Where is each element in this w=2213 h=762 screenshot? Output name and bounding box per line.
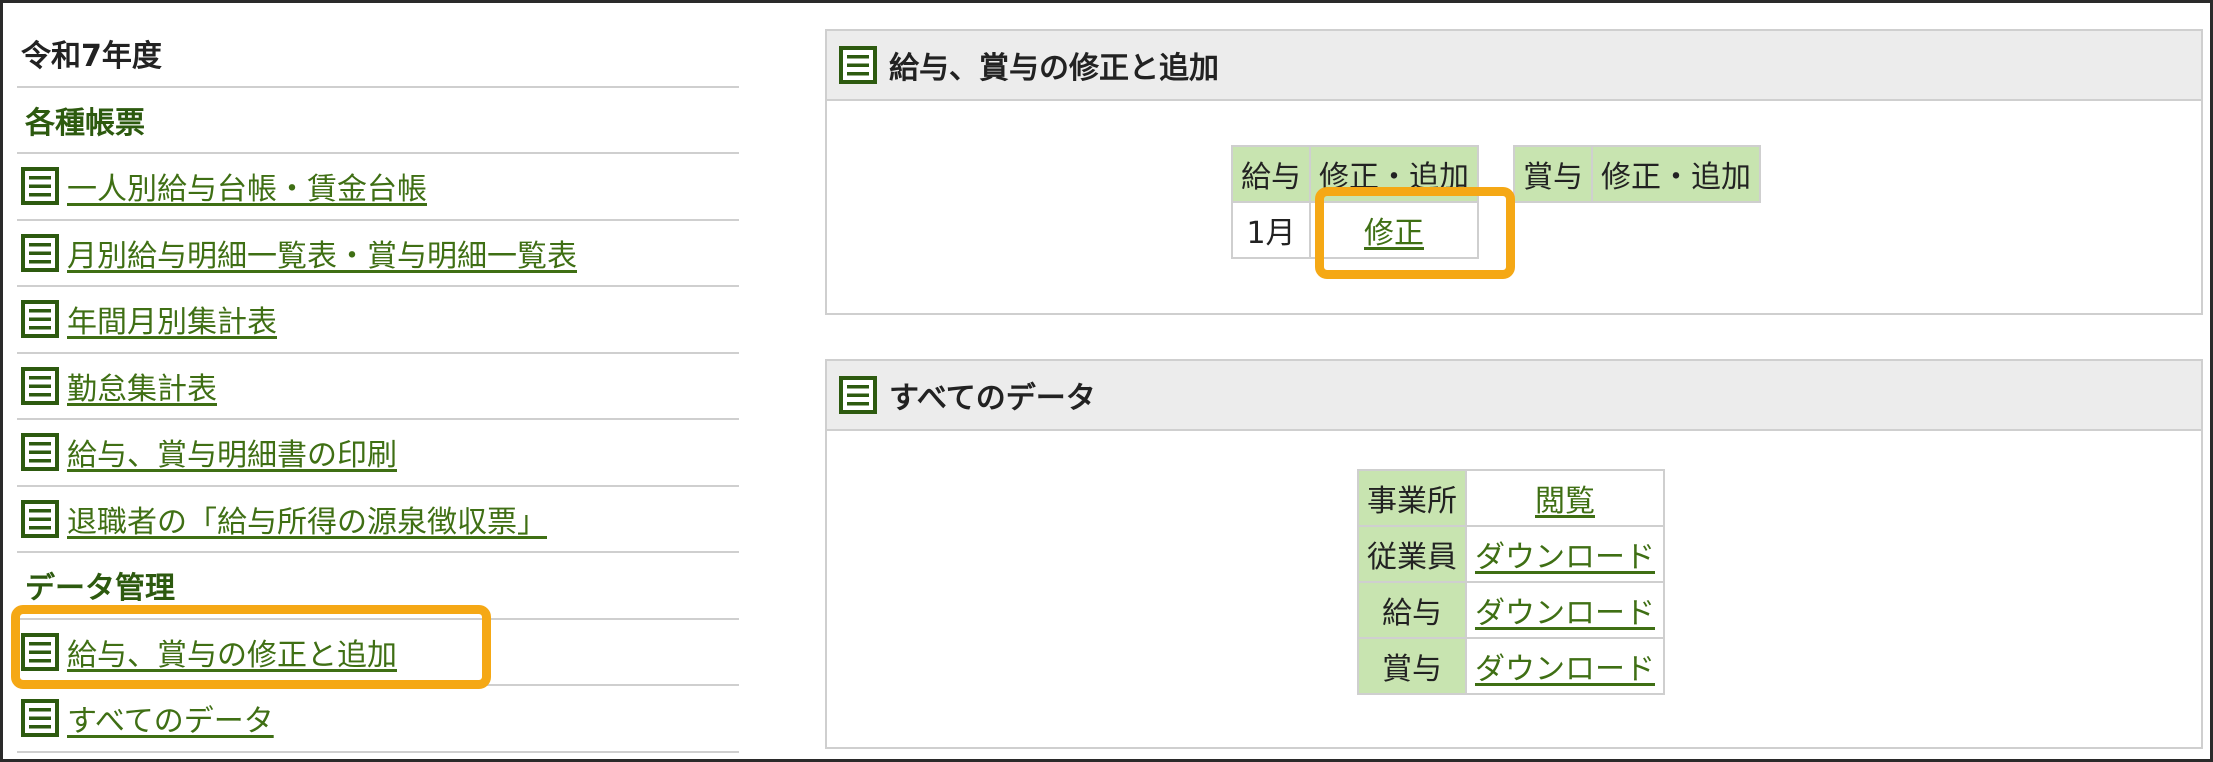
panel-title: 給与、賞与の修正と追加 [889, 51, 1219, 86]
sidebar-item-payslip-print[interactable]: 給与、賞与明細書の印刷 [17, 420, 739, 487]
document-list-icon [21, 699, 59, 738]
sidebar-item-annual-summary[interactable]: 年間月別集計表 [17, 287, 739, 354]
table-row: 賞与 ダウンロード [1357, 637, 1665, 695]
bonus-action-header: 修正・追加 [1591, 145, 1761, 203]
office-view-link[interactable]: 閲覧 [1535, 484, 1595, 519]
table-row: 給与 ダウンロード [1357, 581, 1665, 639]
sidebar-item-all-data[interactable]: すべてのデータ [17, 686, 739, 753]
panel-title: すべてのデータ [889, 381, 1096, 416]
employee-download-link[interactable]: ダウンロード [1475, 540, 1655, 575]
sidebar-item-attendance-summary[interactable]: 勤怠集計表 [17, 354, 739, 420]
document-list-icon [21, 366, 59, 405]
sidebar-item-label[interactable]: 給与、賞与の修正と追加 [67, 630, 397, 674]
category-data-management: データ管理 [17, 553, 739, 620]
sidebar-item-label[interactable]: 年間月別集計表 [67, 297, 277, 341]
sidebar: 令和7年度 各種帳票 一人別給与台帳・賃金台帳 月別給与明細一覧表・賞与明細一覧… [17, 21, 739, 753]
document-list-icon [21, 499, 59, 538]
sidebar-item-label[interactable]: 退職者の「給与所得の源泉徴収票」 [67, 497, 547, 541]
table-row: 1月 修正 [1231, 201, 1479, 259]
document-list-icon [21, 433, 59, 472]
table-row: 事業所 閲覧 [1357, 469, 1665, 527]
category-reports: 各種帳票 [17, 88, 739, 154]
document-list-icon [21, 167, 59, 206]
document-list-icon [21, 300, 59, 339]
salary-month: 1月 [1231, 201, 1311, 259]
salary-header: 給与 [1231, 145, 1311, 203]
sidebar-item-withholding-slip[interactable]: 退職者の「給与所得の源泉徴収票」 [17, 487, 739, 553]
document-list-icon [839, 376, 877, 414]
sidebar-item-payroll-ledger[interactable]: 一人別給与台帳・賃金台帳 [17, 154, 739, 221]
panel-header: すべてのデータ [827, 361, 2201, 431]
panel-edit-salary-bonus: 給与、賞与の修正と追加 給与 修正・追加 1月 修正 賞与 修正・追加 [825, 29, 2203, 315]
bonus-header: 賞与 [1513, 145, 1593, 203]
bonus-table: 賞与 修正・追加 [1513, 145, 1761, 203]
sidebar-item-label[interactable]: 勤怠集計表 [67, 364, 217, 408]
sidebar-item-label[interactable]: 一人別給与台帳・賃金台帳 [67, 164, 427, 208]
document-list-icon [839, 46, 877, 84]
sidebar-item-label[interactable]: 給与、賞与明細書の印刷 [67, 430, 397, 474]
panel-all-data: すべてのデータ 事業所 閲覧 従業員 ダウンロード 給与 ダウンロード 賞与 ダ… [825, 359, 2203, 749]
row-label: 従業員 [1357, 525, 1467, 583]
salary-action-header: 修正・追加 [1309, 145, 1479, 203]
sidebar-item-edit-salary-bonus[interactable]: 給与、賞与の修正と追加 [17, 620, 739, 686]
table-row: 従業員 ダウンロード [1357, 525, 1665, 583]
salary-edit-link[interactable]: 修正 [1364, 216, 1424, 251]
document-list-icon [21, 233, 59, 272]
fiscal-year-label: 令和7年度 [17, 21, 739, 88]
document-list-icon [21, 632, 59, 671]
salary-download-link[interactable]: ダウンロード [1475, 596, 1655, 631]
bonus-download-link[interactable]: ダウンロード [1475, 652, 1655, 687]
sidebar-item-monthly-list[interactable]: 月別給与明細一覧表・賞与明細一覧表 [17, 221, 739, 287]
row-label: 給与 [1357, 581, 1467, 639]
salary-table: 給与 修正・追加 1月 修正 [1231, 145, 1479, 259]
sidebar-item-label[interactable]: すべてのデータ [67, 696, 274, 740]
row-label: 賞与 [1357, 637, 1467, 695]
sidebar-item-label[interactable]: 月別給与明細一覧表・賞与明細一覧表 [67, 231, 577, 275]
all-data-table: 事業所 閲覧 従業員 ダウンロード 給与 ダウンロード 賞与 ダウンロード [1357, 469, 1665, 695]
panel-header: 給与、賞与の修正と追加 [827, 31, 2201, 101]
row-label: 事業所 [1357, 469, 1467, 527]
app-window: 令和7年度 各種帳票 一人別給与台帳・賃金台帳 月別給与明細一覧表・賞与明細一覧… [0, 0, 2213, 762]
